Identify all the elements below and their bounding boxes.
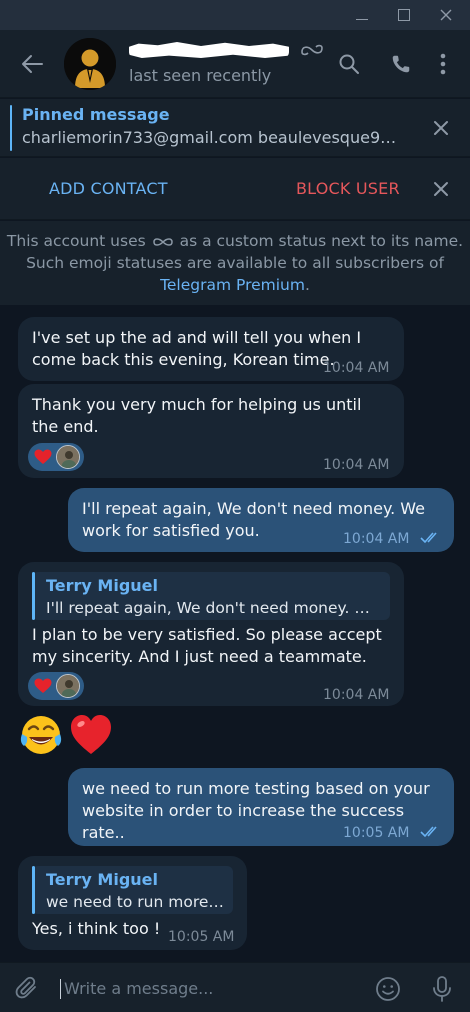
message-time: 10:04 AM [323,457,390,473]
minimize-icon [356,18,368,20]
microphone-icon [433,976,451,1002]
message-outgoing[interactable]: I'll repeat again, We don't need money. … [68,488,454,552]
message-incoming[interactable]: Thank you very much for helping us until… [18,384,404,478]
message-incoming[interactable]: I've set up the ad and will tell you whe… [18,317,404,381]
search-icon [339,54,359,74]
message-time: 10:05 AM [343,825,410,841]
window-titlebar [0,0,470,30]
paperclip-icon [15,976,36,999]
pinned-indicator [10,105,12,151]
reply-text: we need to run more ... [46,893,225,911]
reply-indicator [32,572,35,620]
info-text-1: This account uses [6,232,146,250]
telegram-premium-link[interactable]: Telegram Premium [160,276,305,294]
heart-icon [34,449,52,464]
message-input[interactable] [64,973,354,1003]
message-incoming-reply[interactable]: Terry Miguel I'll repeat again, We don't… [18,562,404,706]
redacted-contact-name [129,42,289,58]
pinned-title: Pinned message [22,105,170,124]
infinity-status-icon [301,44,323,56]
close-icon [440,9,452,21]
last-seen-status: last seen recently [129,66,272,85]
pinned-text: charliemorin733@gmail.com beaulevesque9@… [22,128,402,147]
avatar[interactable] [64,38,116,90]
person-avatar-icon [57,675,79,697]
maximize-button[interactable] [384,0,424,30]
premium-status-info: This account uses as a custom status nex… [0,221,470,305]
message-text: I plan to be very satisfied. So please a… [32,625,382,666]
pinned-message-bar[interactable]: Pinned message charliemorin733@gmail.com… [0,99,470,157]
double-check-icon [420,532,437,544]
reply-preview[interactable]: Terry Miguel I'll repeat again, We don't… [32,572,390,620]
message-text: Yes, i think too ! [32,919,161,938]
reply-author: Terry Miguel [46,870,159,889]
close-window-button[interactable] [426,0,466,30]
message-incoming-reply[interactable]: Terry Miguel we need to run more ... Yes… [18,856,247,950]
reply-author: Terry Miguel [46,576,159,595]
red-heart-emoji[interactable] [68,712,114,758]
message-reaction[interactable] [28,443,84,471]
close-action-bar-button[interactable] [428,176,454,202]
double-check-icon [420,826,437,838]
message-reaction[interactable] [28,672,84,700]
close-pinned-button[interactable] [428,115,454,141]
more-options-button[interactable] [429,50,457,78]
reply-text: I'll repeat again, We don't need money. … [46,599,382,617]
reply-indicator [32,866,35,914]
message-time: 10:05 AM [168,929,235,945]
block-user-button[interactable]: BLOCK USER [296,179,400,198]
close-icon [434,182,448,196]
more-vertical-icon [440,53,446,75]
infinity-icon [152,237,173,246]
voice-record-button[interactable] [428,975,456,1003]
call-button[interactable] [387,50,415,78]
reactor-avatar [56,674,80,698]
contact-action-bar: ADD CONTACT BLOCK USER [0,158,470,220]
minimize-button[interactable] [342,0,382,30]
message-text: Thank you very much for helping us until… [32,395,362,436]
add-contact-button[interactable]: ADD CONTACT [49,179,168,198]
phone-icon [392,55,410,73]
chat-header: last seen recently [0,30,470,98]
emoji-button[interactable] [374,975,402,1003]
telegram-chat-window: last seen recently Pinned message charli… [0,0,470,1012]
reactor-avatar [56,445,80,469]
back-arrow-icon [22,55,43,73]
text-caret [60,979,61,999]
message-outgoing[interactable]: we need to run more testing based on you… [68,768,454,846]
businessman-avatar-icon [64,38,116,90]
attach-button[interactable] [14,975,40,1001]
message-time: 10:04 AM [323,360,390,376]
info-text-3: . [304,276,310,294]
back-button[interactable] [18,50,46,78]
close-icon [434,121,448,135]
message-time: 10:04 AM [343,531,410,547]
heart-icon [34,678,52,693]
reply-preview[interactable]: Terry Miguel we need to run more ... [32,866,233,914]
smiley-icon [376,977,400,1001]
message-composer [0,962,470,1012]
tears-of-joy-emoji[interactable] [18,712,64,758]
person-avatar-icon [57,446,79,468]
maximize-icon [398,9,410,21]
search-button[interactable] [335,50,363,78]
message-time: 10:04 AM [323,687,390,703]
